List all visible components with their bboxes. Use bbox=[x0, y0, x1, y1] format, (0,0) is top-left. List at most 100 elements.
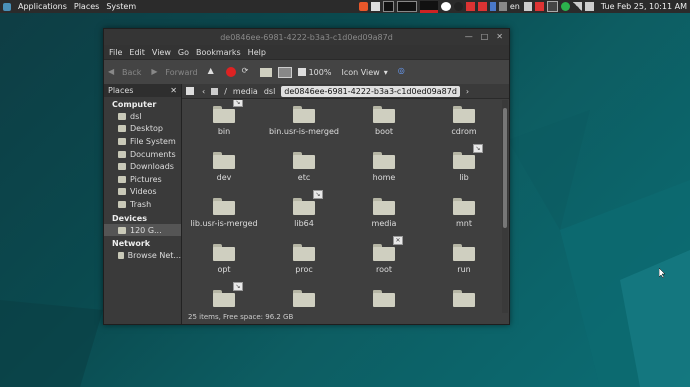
stop-icon[interactable] bbox=[225, 67, 236, 77]
file-item[interactable]: ↘ lib64 bbox=[264, 190, 344, 228]
bluetooth-icon[interactable] bbox=[489, 2, 496, 11]
file-item[interactable] bbox=[344, 290, 424, 310]
chevron-down-icon[interactable]: ▾ bbox=[384, 68, 388, 77]
forward-button[interactable]: ▶ Forward bbox=[151, 67, 197, 77]
search-icon[interactable]: ◎ bbox=[398, 66, 410, 78]
file-item[interactable]: dev bbox=[184, 152, 264, 182]
edit-location-icon[interactable] bbox=[186, 87, 194, 95]
drive-icon[interactable] bbox=[211, 87, 219, 95]
menu-view[interactable]: View bbox=[152, 48, 171, 57]
back-button[interactable]: ◀ Back bbox=[108, 67, 141, 77]
file-item[interactable] bbox=[424, 290, 500, 310]
breadcrumb-current[interactable]: de0846ee-6981-4222-b3a3-c1d0ed09a87d bbox=[281, 85, 460, 97]
maximize-button[interactable]: □ bbox=[481, 32, 489, 41]
scrollbar[interactable] bbox=[502, 100, 508, 313]
zoom-icon[interactable] bbox=[297, 68, 306, 76]
sidebar-item[interactable]: Downloads bbox=[104, 160, 181, 173]
file-item[interactable]: ↘ lib bbox=[424, 144, 500, 182]
window-titlebar[interactable]: de0846ee-6981-4222-b3a3-c1d0ed09a87d — □… bbox=[104, 29, 509, 45]
menu-places[interactable]: Places bbox=[74, 2, 99, 11]
home-folder-icon[interactable] bbox=[259, 67, 272, 77]
up-icon[interactable]: ▲ bbox=[208, 66, 220, 78]
folder-icon bbox=[373, 198, 395, 215]
file-item[interactable]: ✕ root bbox=[344, 236, 424, 274]
notes-icon[interactable] bbox=[370, 2, 380, 11]
signal-icon[interactable] bbox=[572, 2, 582, 11]
menu-go[interactable]: Go bbox=[178, 48, 189, 57]
zoom-level[interactable]: 100% bbox=[309, 68, 332, 77]
file-item[interactable]: mnt bbox=[424, 198, 500, 228]
sidebar-item[interactable]: Videos bbox=[104, 186, 181, 199]
file-item[interactable] bbox=[264, 290, 344, 310]
penguin-icon[interactable] bbox=[453, 2, 463, 11]
file-item[interactable]: cdrom bbox=[424, 106, 500, 136]
file-item[interactable]: opt bbox=[184, 244, 264, 274]
mail-icon[interactable] bbox=[534, 2, 544, 11]
scrollbar-thumb[interactable] bbox=[503, 108, 507, 228]
reload-icon[interactable]: ⟳ bbox=[242, 66, 254, 78]
sidebar-item[interactable]: Desktop bbox=[104, 123, 181, 136]
file-item[interactable]: ↘ bbox=[184, 282, 264, 310]
breadcrumb-dsl[interactable]: dsl bbox=[264, 87, 275, 96]
folder-icon bbox=[118, 175, 126, 183]
sidebar-item[interactable]: Pictures bbox=[104, 173, 181, 186]
sidebar-item-label: Videos bbox=[130, 187, 157, 197]
breadcrumb: ‹ / media dsl de0846ee-6981-4222-b3a3-c1… bbox=[182, 84, 509, 99]
breadcrumb-right-arrow[interactable]: › bbox=[466, 87, 469, 96]
whatsapp-icon[interactable] bbox=[560, 2, 570, 11]
mouse-cursor bbox=[659, 268, 666, 278]
folder-icon bbox=[293, 244, 315, 261]
menu-edit[interactable]: Edit bbox=[129, 48, 145, 57]
eyes-icon[interactable] bbox=[440, 2, 451, 11]
battery-icon[interactable] bbox=[584, 2, 594, 11]
close-icon[interactable]: ✕ bbox=[170, 86, 177, 95]
file-item[interactable]: ↘ bin bbox=[184, 100, 264, 136]
sidebar: Places ✕ Computer dsl Desktop File System D… bbox=[104, 84, 182, 324]
network-item[interactable]: Browse Net... bbox=[104, 249, 181, 262]
sidebar-item-label: Pictures bbox=[130, 174, 162, 184]
network-item-label: Browse Net... bbox=[127, 251, 181, 261]
cpu-graph-icon[interactable] bbox=[396, 1, 417, 12]
file-item[interactable]: lib.usr-is-merged bbox=[184, 198, 264, 228]
file-item[interactable]: boot bbox=[344, 106, 424, 136]
sidebar-item[interactable]: dsl bbox=[104, 110, 181, 123]
menu-applications[interactable]: Applications bbox=[18, 2, 67, 11]
sidebar-item[interactable]: Trash bbox=[104, 198, 181, 211]
power-icon[interactable] bbox=[546, 1, 558, 12]
network-icon[interactable] bbox=[477, 2, 487, 11]
sidebar-item[interactable]: Documents bbox=[104, 148, 181, 161]
sidebar-item[interactable]: File System bbox=[104, 135, 181, 148]
app-menu-icon[interactable] bbox=[3, 2, 11, 11]
folder-icon bbox=[118, 125, 126, 133]
computer-icon[interactable] bbox=[277, 66, 292, 78]
sidebar-header-label: Places bbox=[108, 86, 134, 95]
file-name: cdrom bbox=[451, 127, 477, 136]
file-item[interactable]: bin.usr-is-merged bbox=[264, 106, 344, 136]
file-item[interactable]: run bbox=[424, 244, 500, 274]
language-indicator[interactable]: en bbox=[510, 2, 520, 11]
folder-icon bbox=[293, 290, 315, 307]
apps-icon[interactable] bbox=[498, 2, 507, 11]
menu-system[interactable]: System bbox=[106, 2, 136, 11]
terminal-icon[interactable] bbox=[382, 1, 394, 12]
breadcrumb-left-arrow[interactable]: ‹ bbox=[202, 87, 205, 96]
device-item[interactable]: 120 G... bbox=[104, 223, 181, 237]
close-button[interactable]: ✕ bbox=[496, 32, 503, 41]
file-item[interactable]: media bbox=[344, 198, 424, 228]
mem-graph-icon[interactable] bbox=[419, 0, 438, 13]
menu-file[interactable]: File bbox=[109, 48, 122, 57]
menu-bookmarks[interactable]: Bookmarks bbox=[196, 48, 241, 57]
file-item[interactable]: etc bbox=[264, 152, 344, 182]
file-item[interactable]: home bbox=[344, 152, 424, 182]
breadcrumb-root[interactable]: / bbox=[224, 87, 227, 96]
menu-help[interactable]: Help bbox=[248, 48, 266, 57]
breadcrumb-media[interactable]: media bbox=[233, 87, 258, 96]
volume-icon[interactable] bbox=[523, 2, 532, 11]
sidebar-header[interactable]: Places ✕ bbox=[104, 84, 181, 97]
file-item[interactable]: proc bbox=[264, 244, 344, 274]
brave-icon[interactable] bbox=[358, 2, 368, 11]
minimize-button[interactable]: — bbox=[465, 32, 473, 41]
transfer-icon[interactable] bbox=[465, 2, 475, 11]
clock[interactable]: Tue Feb 25, 10:11 AM bbox=[601, 2, 687, 11]
view-mode-select[interactable]: Icon View bbox=[341, 68, 379, 77]
